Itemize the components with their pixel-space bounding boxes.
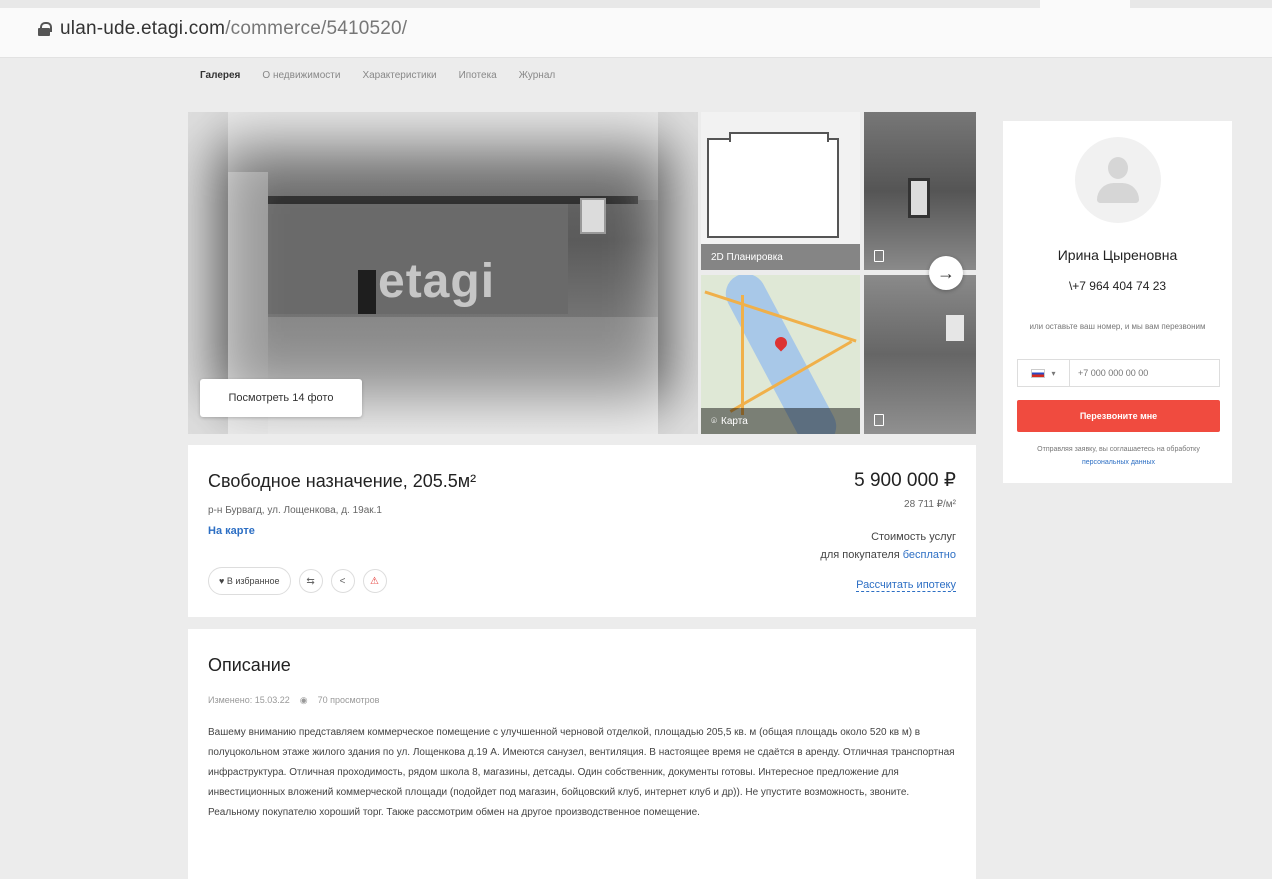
show-on-map-link[interactable]: На карте xyxy=(208,525,255,537)
warning-icon: ⚠ xyxy=(370,575,380,587)
agent-contact-card: Ирина Цыреновна \+7 964 404 74 23 или ос… xyxy=(1003,121,1232,483)
russia-flag-icon xyxy=(1031,368,1046,378)
nav-about[interactable]: О недвижимости xyxy=(262,70,340,81)
share-icon: < xyxy=(339,575,346,587)
country-code-select[interactable]: ▾ xyxy=(1018,360,1070,386)
floor-plan-caption: 2D Планировка xyxy=(701,244,860,270)
listing-price: 5 900 000 ₽ xyxy=(854,470,956,491)
callback-hint: или оставьте ваш номер, и мы вам перезво… xyxy=(1029,322,1206,331)
nav-journal[interactable]: Журнал xyxy=(519,70,556,81)
photo-thumbnail-2[interactable] xyxy=(864,275,976,434)
compare-button[interactable]: ⇆ xyxy=(298,569,323,593)
gallery-next-button[interactable]: → xyxy=(929,256,963,290)
view-count: 70 просмотров xyxy=(317,695,380,705)
etagi-watermark: etagi xyxy=(378,255,496,308)
callback-phone-field: ▾ xyxy=(1017,359,1220,387)
calculate-mortgage-link[interactable]: Рассчитать ипотеку xyxy=(856,579,956,592)
browser-tab-strip xyxy=(0,0,1272,8)
floor-plan-drawing xyxy=(707,132,839,238)
map-caption: ⌾ Карта xyxy=(701,408,860,434)
service-cost-label: Стоимость услуг xyxy=(871,531,956,543)
listing-section-nav: Галерея О недвижимости Характеристики Ип… xyxy=(200,70,555,81)
url-domain: ulan-ude.etagi.com xyxy=(60,18,226,39)
share-button[interactable]: < xyxy=(330,569,355,593)
url-field[interactable]: ulan-ude.etagi.com/commerce/5410520/ xyxy=(38,18,407,40)
listing-actions: ♥ В избранное ⇆ < ⚠ xyxy=(208,567,387,595)
lock-icon xyxy=(38,22,52,36)
phone-input[interactable] xyxy=(1070,360,1219,386)
description-title: Описание xyxy=(208,655,291,675)
arrow-right-icon: → xyxy=(937,262,955,283)
nav-gallery[interactable]: Галерея xyxy=(200,70,240,81)
map-thumbnail[interactable]: ⌾ Карта xyxy=(701,275,860,434)
buyer-service-cost: для покупателя бесплатно xyxy=(820,549,956,561)
nav-mortgage[interactable]: Ипотека xyxy=(459,70,497,81)
url-path: /commerce/5410520/ xyxy=(225,18,408,39)
listing-summary-card: Свободное назначение, 205.5м² р-н Бурваг… xyxy=(188,445,976,617)
photo-icon xyxy=(874,250,884,262)
report-button[interactable]: ⚠ xyxy=(362,569,387,593)
description-section: Описание Изменено: 15.03.22 ◉ 70 просмот… xyxy=(188,629,976,879)
price-per-square-meter: 28 711 ₽/м² xyxy=(904,499,956,510)
updated-date: Изменено: 15.03.22 xyxy=(208,695,290,705)
description-meta: Изменено: 15.03.22 ◉ 70 просмотров xyxy=(208,695,379,706)
browser-address-bar: ulan-ude.etagi.com/commerce/5410520/ xyxy=(0,0,1272,58)
consent-label: Отправляя заявку, вы соглашаетесь на обр… xyxy=(1037,446,1200,453)
buyer-label: для покупателя xyxy=(820,549,900,561)
chevron-down-icon: ▾ xyxy=(1051,368,1056,378)
personal-data-link[interactable]: персональных данных xyxy=(1082,459,1155,466)
eye-icon: ◉ xyxy=(299,695,308,705)
floor-plan-thumbnail[interactable]: 2D Планировка xyxy=(701,112,860,270)
consent-text: Отправляя заявку, вы соглашаетесь на обр… xyxy=(1017,443,1220,469)
buyer-cost-value[interactable]: бесплатно xyxy=(903,549,956,561)
agent-avatar xyxy=(1075,137,1161,223)
compare-icon: ⇆ xyxy=(306,575,315,587)
listing-title: Свободное назначение, 205.5м² xyxy=(208,471,477,491)
map-caption-label: Карта xyxy=(721,415,748,427)
add-to-favorites-button[interactable]: ♥ В избранное xyxy=(208,567,291,595)
url-text[interactable]: ulan-ude.etagi.com/commerce/5410520/ xyxy=(60,18,407,40)
agent-name: Ирина Цыреновна xyxy=(1057,247,1178,263)
active-tab[interactable] xyxy=(1040,0,1130,8)
agent-phone[interactable]: \+7 964 404 74 23 xyxy=(1003,279,1232,293)
listing-address: р-н Бурвагд, ул. Лощенкова, д. 19ак.1 xyxy=(208,505,382,516)
photo-thumbnail-1[interactable] xyxy=(864,112,976,270)
description-text: Вашему вниманию представляем коммерческо… xyxy=(208,727,955,818)
view-all-photos-button[interactable]: Посмотреть 14 фото xyxy=(200,379,362,417)
photo-icon xyxy=(874,414,884,426)
location-icon: ⌾ xyxy=(711,415,717,427)
nav-characteristics[interactable]: Характеристики xyxy=(362,70,436,81)
callback-button[interactable]: Перезвоните мне xyxy=(1017,400,1220,432)
